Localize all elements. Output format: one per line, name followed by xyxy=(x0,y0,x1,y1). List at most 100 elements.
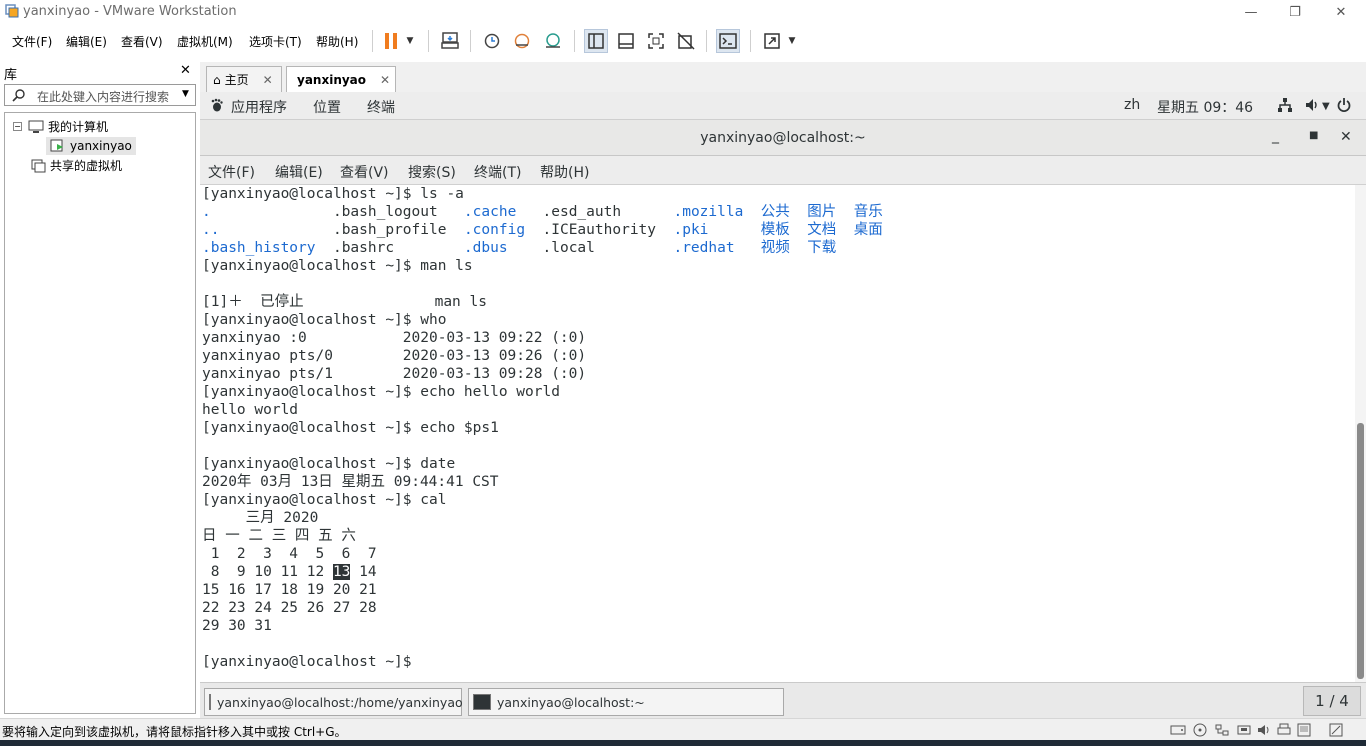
home-icon: ⌂ xyxy=(213,72,221,87)
status-message: 要将输入定向到该虚拟机，请将鼠标指针移入其中或按 Ctrl+G。 xyxy=(2,725,347,739)
tab-label: 主页 xyxy=(224,73,249,87)
snapshot-button[interactable] xyxy=(480,29,504,53)
network-adapter-icon[interactable] xyxy=(1214,723,1230,737)
terminal-scrollbar[interactable] xyxy=(1355,185,1366,682)
console-icon xyxy=(719,33,737,49)
terminal-menu-edit[interactable]: 编辑(E) xyxy=(275,162,323,182)
tree-item-vm[interactable]: yanxinyao xyxy=(46,137,136,155)
menu-view[interactable]: 查看(V) xyxy=(121,33,163,50)
tree-item-my-computer[interactable]: − 我的计算机 xyxy=(13,118,108,135)
terminal-menu-search[interactable]: 搜索(S) xyxy=(408,162,456,182)
full-screen-button[interactable] xyxy=(644,29,668,53)
restore-button[interactable]: ❐ xyxy=(1272,0,1318,24)
terminal-close-icon[interactable]: ✕ xyxy=(1340,129,1352,145)
input-method-indicator[interactable]: zh xyxy=(1124,97,1140,113)
library-tree: − 我的计算机 yanxinyao 共享的虚拟机 xyxy=(4,112,196,714)
prompt: [yanxinyao@localhost ~]$ xyxy=(202,312,421,328)
taskbar-item-terminal-1[interactable]: yanxinyao@localhost:/home/yanxinyao xyxy=(204,688,463,716)
send-ctrl-alt-del-button[interactable] xyxy=(438,29,462,53)
gnome-terminal-menu[interactable]: 终端 xyxy=(367,97,395,117)
menu-file[interactable]: 文件(F) xyxy=(12,33,52,50)
message-log-icon[interactable] xyxy=(1328,723,1344,737)
toolbar-separator xyxy=(574,30,575,52)
tab-vm[interactable]: yanxinyao ✕ xyxy=(286,66,396,92)
pause-dropdown-button[interactable]: ▼ xyxy=(401,29,419,53)
ls-entry: . xyxy=(202,204,211,220)
terminal-title: yanxinyao@localhost:~ xyxy=(700,130,866,146)
minimize-button[interactable]: — xyxy=(1228,0,1274,24)
close-icon[interactable]: ✕ xyxy=(263,73,273,87)
library-search-input[interactable]: 在此处键入内容进行搜索 ▼ xyxy=(4,84,196,106)
pause-button[interactable] xyxy=(379,29,403,53)
printer-icon[interactable] xyxy=(1276,723,1292,737)
unity-button[interactable] xyxy=(674,29,698,53)
ls-entry: 视频 xyxy=(760,240,790,256)
collapse-icon[interactable]: − xyxy=(13,122,22,131)
bottom-panel-icon xyxy=(618,33,634,49)
terminal-icon xyxy=(473,694,491,710)
terminal-menu-help[interactable]: 帮助(H) xyxy=(540,162,589,182)
console-view-button[interactable] xyxy=(716,29,740,53)
library-close-button[interactable]: ✕ xyxy=(180,63,191,78)
cal-weekdays: 日 一 二 三 四 五 六 xyxy=(202,528,356,544)
snapshot-manager-button[interactable] xyxy=(541,29,565,53)
sound-icon[interactable] xyxy=(1256,723,1272,737)
chevron-down-icon[interactable]: ▼ xyxy=(1322,101,1330,112)
workspace-switcher[interactable]: 1 / 4 xyxy=(1303,686,1361,716)
menu-vm[interactable]: 虚拟机(M) xyxy=(177,33,233,50)
close-window-button[interactable]: ✕ xyxy=(1318,0,1364,24)
guest-screen[interactable]: 应用程序 位置 终端 zh 星期五 09：46 ▼ yanxinyao@loca… xyxy=(200,92,1366,718)
terminal-maximize-icon[interactable]: ■ xyxy=(1309,130,1318,141)
cal-week: 29 30 31 xyxy=(202,618,272,634)
network-icon[interactable] xyxy=(1277,97,1293,117)
cal-week: 1 2 3 4 5 6 7 xyxy=(202,546,377,562)
ls-entry: .bash_profile xyxy=(332,222,447,238)
menu-edit[interactable]: 编辑(E) xyxy=(66,33,107,50)
tree-item-shared-vms[interactable]: 共享的虚拟机 xyxy=(31,157,122,174)
restore-icon: ❐ xyxy=(1289,4,1301,20)
vmware-app-icon xyxy=(5,4,19,18)
thumbnail-bar-button[interactable] xyxy=(614,29,638,53)
revert-snapshot-button[interactable] xyxy=(510,29,534,53)
terminal-menu-file[interactable]: 文件(F) xyxy=(208,162,255,182)
command-output: hello world xyxy=(202,402,299,418)
chevron-down-icon[interactable]: ▼ xyxy=(182,89,189,99)
cd-drive-icon[interactable] xyxy=(1192,723,1208,737)
ls-entry: .dbus xyxy=(463,240,508,256)
cal-week: 14 xyxy=(350,564,377,580)
terminal-title-bar: yanxinyao@localhost:~ _ ■ ✕ xyxy=(200,120,1366,156)
gnome-applications-menu[interactable]: 应用程序 xyxy=(231,97,287,117)
ls-output: . .bash_logout .cache .esd_auth .mozilla… xyxy=(202,204,883,256)
hard-disk-icon[interactable] xyxy=(1170,723,1186,737)
ls-entry: .pki xyxy=(673,222,709,238)
command: who xyxy=(420,312,447,328)
stretch-dropdown-button[interactable]: ▼ xyxy=(784,29,800,53)
close-icon[interactable]: ✕ xyxy=(380,73,390,87)
menu-help[interactable]: 帮助(H) xyxy=(316,33,358,50)
show-library-button[interactable] xyxy=(584,29,608,53)
fullscreen-icon xyxy=(648,33,664,49)
pause-icon xyxy=(385,33,397,49)
terminal-menu-view[interactable]: 查看(V) xyxy=(340,162,389,182)
terminal-menu-terminal[interactable]: 终端(T) xyxy=(474,162,521,182)
power-icon[interactable] xyxy=(1336,97,1352,117)
cal-week: 22 23 24 25 26 27 28 xyxy=(202,600,377,616)
stretch-guest-button[interactable] xyxy=(760,29,784,53)
menu-tabs[interactable]: 选项卡(T) xyxy=(249,33,302,50)
toolbar-separator xyxy=(706,30,707,52)
gnome-places-menu[interactable]: 位置 xyxy=(313,97,341,117)
taskbar-item-terminal-2[interactable]: yanxinyao@localhost:~ xyxy=(468,688,784,716)
ls-entry: 桌面 xyxy=(853,222,883,238)
ls-entry: 下载 xyxy=(807,240,837,256)
volume-icon[interactable] xyxy=(1304,97,1320,117)
tab-home[interactable]: ⌂ 主页 ✕ xyxy=(206,66,282,92)
terminal-minimize-icon[interactable]: _ xyxy=(1272,128,1279,144)
prompt: [yanxinyao@localhost ~]$ xyxy=(202,186,421,202)
scrollbar-thumb[interactable] xyxy=(1357,423,1364,679)
ls-entry: .esd_auth xyxy=(542,204,622,220)
usb-icon[interactable] xyxy=(1236,723,1252,737)
display-icon[interactable] xyxy=(1296,723,1312,737)
terminal-output[interactable]: [yanxinyao@localhost ~]$ ls -a . .bash_l… xyxy=(200,185,1355,682)
library-search-placeholder: 在此处键入内容进行搜索 xyxy=(37,90,170,104)
clock[interactable]: 星期五 09：46 xyxy=(1157,97,1253,117)
